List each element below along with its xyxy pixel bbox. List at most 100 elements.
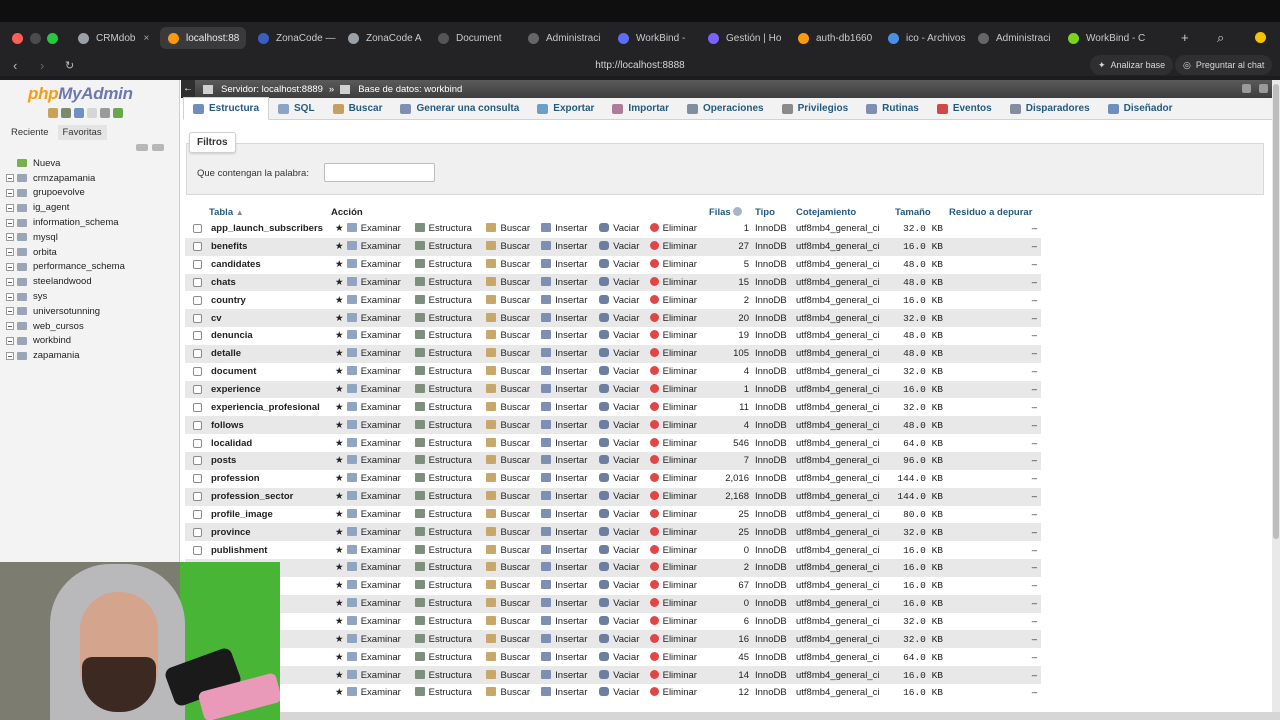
action-estructura[interactable]: Estructura — [414, 612, 487, 631]
favorite-star-icon[interactable]: ★ — [331, 434, 347, 452]
favorite-star-icon[interactable]: ★ — [331, 559, 347, 577]
action-estructura[interactable]: Estructura — [414, 523, 487, 542]
action-buscar[interactable]: Buscar — [486, 255, 542, 274]
action-buscar[interactable]: Buscar — [486, 434, 542, 452]
favorite-star-icon[interactable]: ★ — [331, 327, 347, 345]
action-insertar[interactable]: Insertar — [541, 291, 600, 310]
action-insertar[interactable]: Insertar — [541, 344, 600, 363]
action-insertar[interactable]: Insertar — [541, 362, 600, 381]
table-name-link[interactable]: localidad — [209, 434, 331, 452]
row-checkbox[interactable] — [193, 242, 202, 252]
action-buscar[interactable]: Buscar — [486, 648, 542, 667]
action-eliminar[interactable]: Eliminar — [649, 416, 709, 435]
action-buscar[interactable]: Buscar — [486, 576, 542, 595]
action-vaciar[interactable]: Vaciar — [599, 362, 650, 381]
docs-icon[interactable] — [87, 108, 97, 118]
action-eliminar[interactable]: Eliminar — [649, 237, 709, 256]
tab-privilegios[interactable]: Privilegios — [773, 98, 858, 120]
action-estructura[interactable]: Estructura — [414, 469, 487, 488]
back-arrow-icon[interactable]: ‹ — [13, 58, 17, 73]
ask-chat-button[interactable]: ◎ Preguntar al chat — [1175, 55, 1273, 75]
row-checkbox[interactable] — [193, 545, 202, 555]
tab-estructura[interactable]: Estructura — [183, 97, 270, 120]
tab-disparadores[interactable]: Disparadores — [1001, 98, 1099, 120]
action-insertar[interactable]: Insertar — [541, 594, 600, 613]
expand-icon[interactable] — [6, 351, 14, 360]
action-eliminar[interactable]: Eliminar — [649, 327, 709, 345]
action-estructura[interactable]: Estructura — [414, 487, 487, 506]
action-examinar[interactable]: Examinar — [346, 451, 415, 470]
browser-tab[interactable]: auth-db1660 — [790, 27, 876, 49]
action-vaciar[interactable]: Vaciar — [599, 612, 650, 631]
action-examinar[interactable]: Examinar — [346, 273, 415, 292]
table-name-link[interactable]: publishment — [209, 541, 331, 560]
action-vaciar[interactable]: Vaciar — [599, 273, 650, 292]
action-eliminar[interactable]: Eliminar — [649, 594, 709, 613]
action-buscar[interactable]: Buscar — [486, 612, 542, 631]
action-eliminar[interactable]: Eliminar — [649, 630, 709, 649]
table-name-link[interactable]: experience — [209, 380, 331, 399]
action-examinar[interactable]: Examinar — [346, 541, 415, 560]
tab-importar[interactable]: Importar — [603, 98, 678, 120]
action-estructura[interactable]: Estructura — [414, 505, 487, 524]
action-estructura[interactable]: Estructura — [414, 398, 487, 417]
row-checkbox[interactable] — [193, 313, 202, 323]
table-name-link[interactable]: denuncia — [209, 327, 331, 345]
tab-exportar[interactable]: Exportar — [528, 98, 603, 120]
collapse-all-icon[interactable] — [136, 144, 148, 151]
favorite-star-icon[interactable]: ★ — [331, 469, 347, 488]
favorite-star-icon[interactable]: ★ — [331, 648, 347, 667]
header-tipo[interactable]: Tipo — [755, 205, 796, 220]
action-insertar[interactable]: Insertar — [541, 523, 600, 542]
favorite-star-icon[interactable]: ★ — [331, 630, 347, 649]
header-cotejamiento[interactable]: Cotejamiento — [796, 205, 895, 220]
expand-icon[interactable] — [6, 277, 14, 286]
action-examinar[interactable]: Examinar — [346, 344, 415, 363]
table-name-link[interactable]: profession — [209, 469, 331, 488]
action-insertar[interactable]: Insertar — [541, 220, 600, 238]
action-examinar[interactable]: Examinar — [346, 237, 415, 256]
action-buscar[interactable]: Buscar — [486, 291, 542, 310]
action-vaciar[interactable]: Vaciar — [599, 380, 650, 399]
action-buscar[interactable]: Buscar — [486, 273, 542, 292]
favorite-star-icon[interactable]: ★ — [331, 344, 347, 363]
table-name-link[interactable]: profile_image — [209, 505, 331, 524]
favorite-star-icon[interactable]: ★ — [331, 220, 347, 238]
action-estructura[interactable]: Estructura — [414, 630, 487, 649]
collapse-sidebar-arrow-icon[interactable]: ← — [181, 80, 195, 98]
action-eliminar[interactable]: Eliminar — [649, 273, 709, 292]
action-estructura[interactable]: Estructura — [414, 666, 487, 684]
favorite-star-icon[interactable]: ★ — [331, 487, 347, 506]
favorite-star-icon[interactable]: ★ — [331, 237, 347, 256]
action-vaciar[interactable]: Vaciar — [599, 487, 650, 506]
action-eliminar[interactable]: Eliminar — [649, 612, 709, 631]
action-vaciar[interactable]: Vaciar — [599, 291, 650, 310]
action-buscar[interactable]: Buscar — [486, 666, 542, 684]
link-icon[interactable] — [152, 144, 164, 151]
row-checkbox[interactable] — [193, 367, 202, 377]
profile-avatar[interactable] — [1255, 32, 1266, 43]
sidebar-item-performance_schema[interactable]: performance_schema — [6, 260, 125, 275]
search-tabs-icon[interactable]: ⌕ — [1217, 30, 1224, 46]
action-vaciar[interactable]: Vaciar — [599, 309, 650, 328]
action-buscar[interactable]: Buscar — [486, 630, 542, 649]
action-insertar[interactable]: Insertar — [541, 576, 600, 595]
sidebar-item-grupoevolve[interactable]: grupoevolve — [6, 186, 125, 201]
action-vaciar[interactable]: Vaciar — [599, 469, 650, 488]
expand-icon[interactable] — [6, 322, 14, 331]
action-insertar[interactable]: Insertar — [541, 380, 600, 399]
header-tamano[interactable]: Tamaño — [895, 205, 949, 220]
row-checkbox[interactable] — [193, 474, 202, 484]
action-estructura[interactable]: Estructura — [414, 327, 487, 345]
browser-tab[interactable]: Administraci — [970, 27, 1056, 49]
action-examinar[interactable]: Examinar — [346, 434, 415, 452]
table-name-link[interactable]: country — [209, 291, 331, 310]
row-checkbox[interactable] — [193, 295, 202, 305]
row-checkbox[interactable] — [193, 349, 202, 359]
action-vaciar[interactable]: Vaciar — [599, 434, 650, 452]
favorite-star-icon[interactable]: ★ — [331, 291, 347, 310]
table-name-link[interactable]: benefits — [209, 237, 331, 256]
row-checkbox[interactable] — [193, 438, 202, 448]
action-estructura[interactable]: Estructura — [414, 451, 487, 470]
action-estructura[interactable]: Estructura — [414, 220, 487, 238]
